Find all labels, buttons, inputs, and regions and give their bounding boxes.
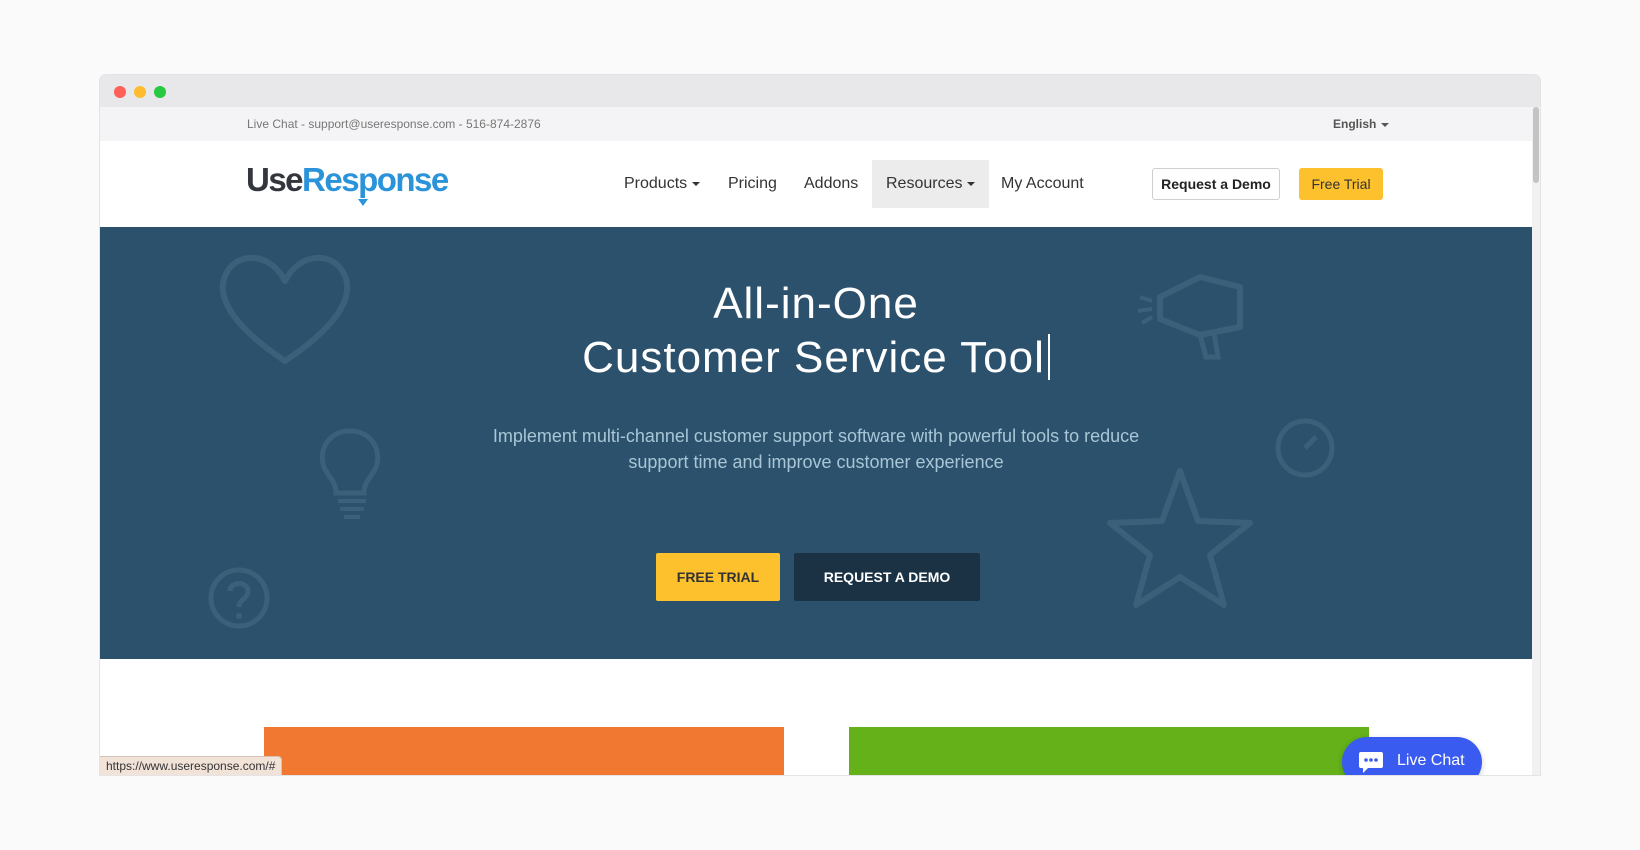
free-trial-button[interactable]: Free Trial	[1299, 168, 1383, 200]
scrollbar[interactable]	[1532, 107, 1540, 775]
language-label: English	[1333, 117, 1377, 131]
lightbulb-icon	[319, 428, 381, 519]
logo-text-use: Use	[246, 161, 304, 198]
clock-icon	[1275, 418, 1335, 478]
language-selector[interactable]: English	[1333, 117, 1390, 131]
hero-title-line2: Customer Service Tool	[582, 333, 1045, 382]
close-window-button[interactable]	[114, 86, 126, 98]
main-navbar: UseResponse Products Pricing Addons Reso…	[100, 141, 1532, 227]
maximize-window-button[interactable]	[154, 86, 166, 98]
status-bar-url: https://www.useresponse.com/#	[100, 756, 283, 775]
chat-bubble-icon	[1359, 752, 1383, 773]
live-chat-label: Live Chat	[1397, 752, 1465, 769]
feature-card-green[interactable]	[849, 727, 1369, 775]
nav-pricing[interactable]: Pricing	[714, 160, 791, 208]
nav-my-account[interactable]: My Account	[987, 160, 1098, 208]
chevron-down-icon	[1381, 122, 1390, 127]
browser-window: Live Chat - support@useresponse.com - 51…	[100, 75, 1540, 775]
text-cursor	[1047, 334, 1050, 380]
hero-title: All-in-One Customer Service Tool	[100, 277, 1532, 385]
hero-request-demo-button[interactable]: REQUEST A DEMO	[794, 553, 980, 601]
request-demo-button[interactable]: Request a Demo	[1152, 168, 1280, 200]
nav-resources-label: Resources	[886, 175, 963, 192]
hero-section: All-in-One Customer Service Tool Impleme…	[100, 227, 1532, 659]
top-info-bar: Live Chat - support@useresponse.com - 51…	[100, 107, 1532, 141]
page-viewport: Live Chat - support@useresponse.com - 51…	[100, 107, 1540, 775]
star-icon	[1107, 468, 1253, 608]
nav-products-label: Products	[624, 175, 688, 192]
logo-text-response: Response	[302, 161, 449, 198]
hero-subtitle: Implement multi-channel customer support…	[492, 426, 1140, 472]
nav-resources[interactable]: Resources	[872, 160, 990, 208]
logo-speech-tail-icon	[358, 199, 368, 206]
minimize-window-button[interactable]	[134, 86, 146, 98]
chevron-down-icon	[692, 181, 701, 186]
scrollbar-thumb[interactable]	[1533, 107, 1539, 183]
useresponse-logo[interactable]: UseResponse	[246, 161, 449, 206]
nav-addons[interactable]: Addons	[790, 160, 872, 208]
chevron-down-icon	[967, 181, 976, 186]
hero-free-trial-button[interactable]: FREE TRIAL	[656, 553, 780, 601]
live-chat-button[interactable]: Live Chat	[1342, 737, 1482, 775]
hero-title-line1: All-in-One	[713, 279, 919, 328]
question-icon	[208, 567, 270, 629]
contact-info: Live Chat - support@useresponse.com - 51…	[247, 117, 541, 131]
nav-products[interactable]: Products	[610, 160, 714, 208]
window-titlebar	[100, 75, 1540, 107]
feature-card-orange[interactable]	[264, 727, 784, 775]
